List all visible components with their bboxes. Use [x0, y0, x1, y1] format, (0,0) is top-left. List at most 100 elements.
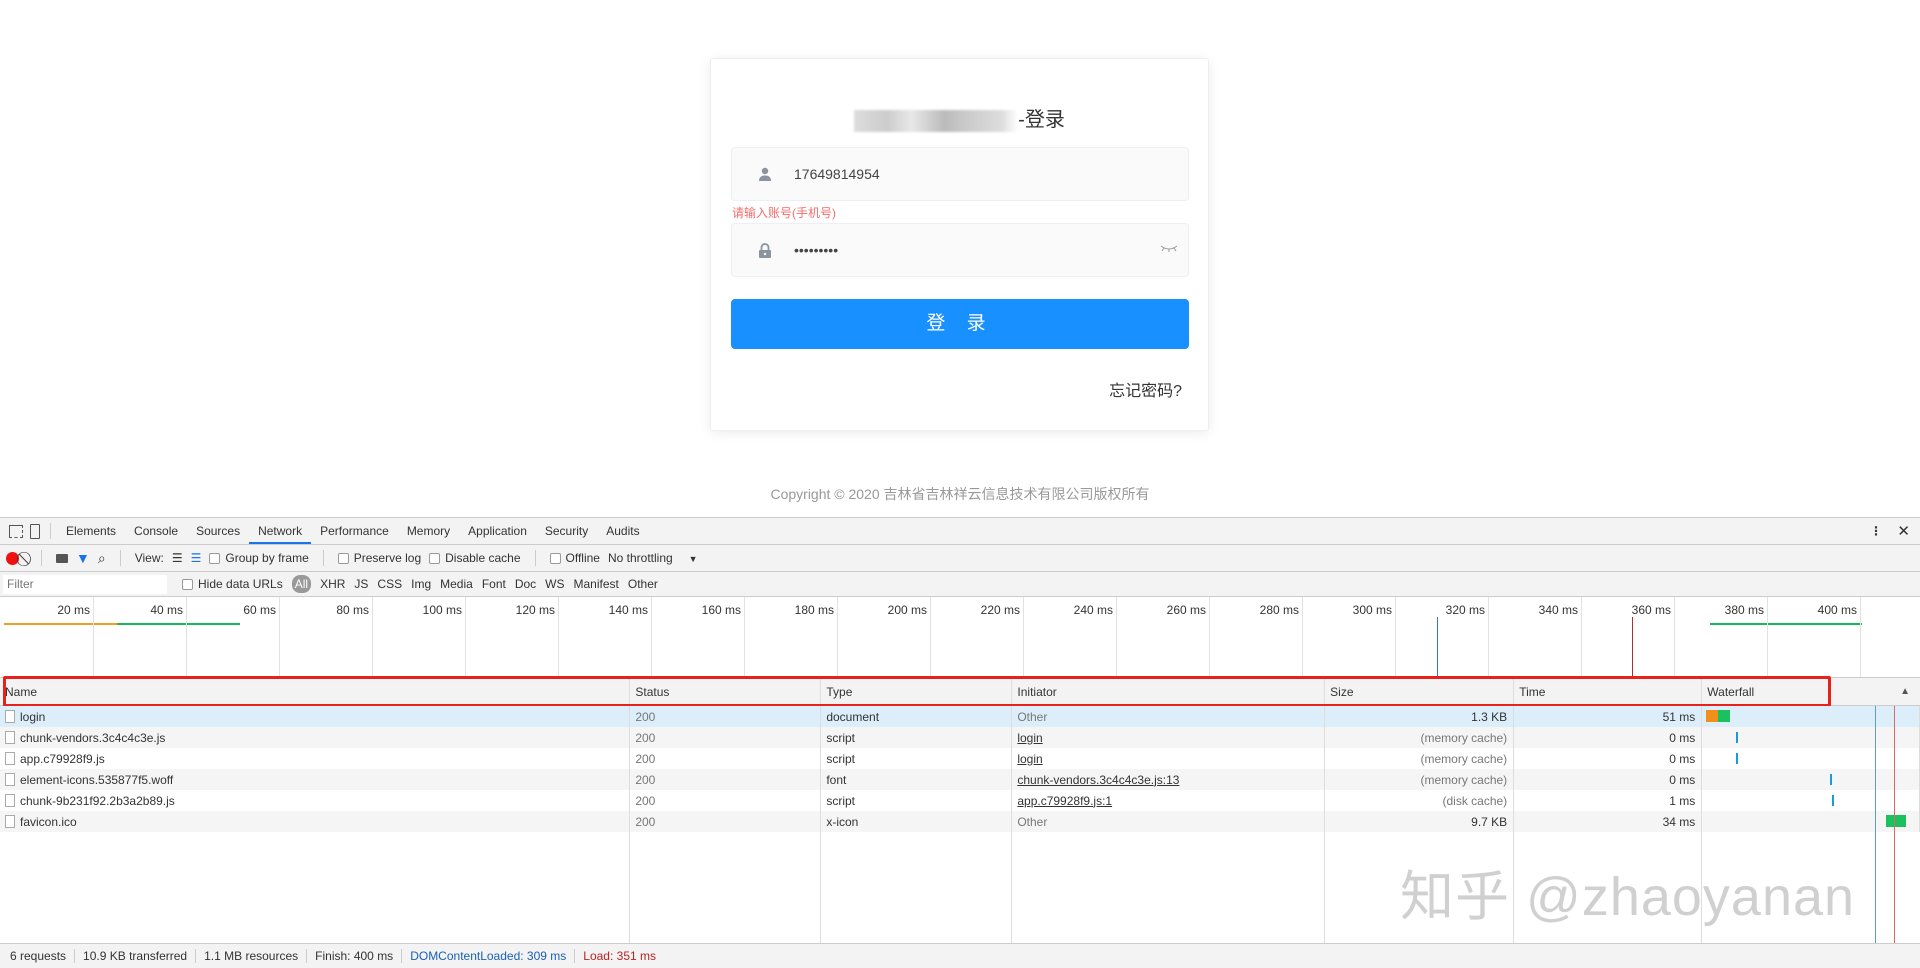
tick-label: 20 ms	[57, 603, 90, 617]
tab-elements[interactable]: Elements	[57, 518, 125, 544]
cell-waterfall	[1702, 706, 1920, 727]
username-error: 请输入账号(手机号)	[732, 204, 836, 221]
sort-ascending-icon[interactable]: ▲	[1900, 686, 1910, 697]
cell-name[interactable]: login	[0, 706, 630, 727]
password-value[interactable]: •••••••••	[794, 242, 1160, 258]
tab-sources[interactable]: Sources	[187, 518, 249, 544]
lock-icon	[748, 243, 782, 258]
tick-label: 60 ms	[243, 603, 276, 617]
tick-label: 40 ms	[150, 603, 183, 617]
tab-console[interactable]: Console	[125, 518, 187, 544]
column-status[interactable]: Status	[630, 678, 821, 705]
network-toolbar: ⃠ ▼ ⌕ View: ☰ ☰ Group by frame Preserve …	[0, 545, 1920, 572]
transferred-size: 10.9 KB transferred	[75, 949, 196, 963]
timeline-tick: 380 ms	[1767, 597, 1768, 678]
waterfall-load-line	[1894, 706, 1895, 944]
filter-type-manifest[interactable]: Manifest	[574, 577, 619, 591]
tab-application[interactable]: Application	[459, 518, 536, 544]
filter-icon[interactable]: ▼	[76, 550, 90, 566]
tick-label: 280 ms	[1260, 603, 1299, 617]
filter-type-img[interactable]: Img	[411, 577, 431, 591]
filter-bar: Hide data URLs All XHR JS CSS Img Media …	[0, 572, 1920, 597]
timeline-tick: 360 ms	[1674, 597, 1675, 678]
tab-audits[interactable]: Audits	[597, 518, 648, 544]
tick-label: 240 ms	[1074, 603, 1113, 617]
resources-size: 1.1 MB resources	[196, 949, 307, 963]
timeline-tick: 20 ms	[93, 597, 94, 678]
column-time[interactable]: Time	[1514, 678, 1702, 705]
login-title: -登录	[711, 103, 1208, 132]
filter-type-media[interactable]: Media	[440, 577, 473, 591]
copyright: Copyright © 2020 吉林省吉林祥云信息技术有限公司版权所有	[0, 484, 1920, 504]
preserve-log-label: Preserve log	[354, 551, 421, 565]
timeline-overview[interactable]: 20 ms40 ms60 ms80 ms100 ms120 ms140 ms16…	[0, 597, 1920, 678]
table-row[interactable]: login 200 document Other 1.3 KB 51 ms	[0, 706, 1920, 727]
capture-screenshots-icon[interactable]	[56, 554, 68, 563]
divider	[323, 550, 324, 566]
throttling-value: No throttling	[608, 551, 673, 565]
preserve-log-checkbox[interactable]: Preserve log	[338, 551, 421, 565]
column-size[interactable]: Size	[1325, 678, 1514, 705]
tick-label: 120 ms	[516, 603, 555, 617]
forgot-password-link[interactable]: 忘记密码?	[1109, 377, 1182, 401]
group-by-frame-checkbox[interactable]: Group by frame	[209, 551, 308, 565]
filter-type-font[interactable]: Font	[482, 577, 506, 591]
hide-data-urls-checkbox[interactable]: Hide data URLs	[182, 577, 283, 591]
record-icon[interactable]	[6, 552, 19, 565]
disable-cache-label: Disable cache	[445, 551, 520, 565]
view-label: View:	[135, 551, 164, 565]
disable-cache-checkbox[interactable]: Disable cache	[429, 551, 520, 565]
column-type[interactable]: Type	[821, 678, 1012, 705]
filter-type-doc[interactable]: Doc	[515, 577, 536, 591]
filter-input[interactable]	[3, 575, 167, 594]
device-toolbar-icon[interactable]	[30, 524, 40, 539]
request-table-header: Name Status Type Initiator Size Time Wat…	[0, 678, 1920, 706]
search-icon[interactable]: ⌕	[98, 550, 106, 567]
login-button[interactable]: 登 录	[731, 299, 1189, 349]
filter-type-xhr[interactable]: XHR	[320, 577, 345, 591]
column-initiator[interactable]: Initiator	[1012, 678, 1325, 705]
password-field[interactable]: •••••••••	[731, 223, 1189, 277]
tick-label: 220 ms	[981, 603, 1020, 617]
cell-type: document	[821, 706, 1012, 727]
username-value[interactable]: 17649814954	[794, 166, 1188, 182]
file-icon	[5, 710, 15, 723]
timeline-tick: 80 ms	[372, 597, 373, 678]
cell-initiator: Other	[1012, 706, 1325, 727]
inspect-element-icon[interactable]	[9, 525, 23, 538]
filter-type-css[interactable]: CSS	[377, 577, 402, 591]
filter-type-all[interactable]: All	[292, 575, 311, 593]
offline-checkbox[interactable]: Offline	[550, 551, 600, 565]
filter-type-js[interactable]: JS	[354, 577, 368, 591]
timeline-tick: 200 ms	[930, 597, 931, 678]
tick-label: 380 ms	[1725, 603, 1764, 617]
eye-closed-icon[interactable]	[1160, 241, 1178, 259]
finish-time: Finish: 400 ms	[307, 949, 402, 963]
timeline-tick: 340 ms	[1581, 597, 1582, 678]
large-rows-icon[interactable]: ☰	[172, 551, 183, 565]
tick-label: 260 ms	[1167, 603, 1206, 617]
filter-type-ws[interactable]: WS	[545, 577, 564, 591]
timeline-tick: 300 ms	[1395, 597, 1396, 678]
cell-status: 200	[630, 706, 821, 727]
tab-network[interactable]: Network	[249, 518, 311, 544]
tick-label: 160 ms	[702, 603, 741, 617]
column-name[interactable]: Name	[0, 678, 630, 705]
column-waterfall[interactable]: Waterfall▲	[1702, 678, 1920, 705]
tick-label: 340 ms	[1539, 603, 1578, 617]
tab-memory[interactable]: Memory	[398, 518, 459, 544]
tick-label: 400 ms	[1818, 603, 1857, 617]
close-devtools-icon[interactable]: ✕	[1897, 522, 1910, 540]
more-options-icon[interactable]: ⋮	[1870, 524, 1882, 538]
username-field[interactable]: 17649814954	[731, 147, 1189, 201]
tab-performance[interactable]: Performance	[311, 518, 398, 544]
login-card: -登录 17649814954 请输入账号(手机号) ••••••••• 登 录…	[710, 58, 1209, 431]
timeline-tick: 320 ms	[1488, 597, 1489, 678]
filter-type-other[interactable]: Other	[628, 577, 658, 591]
timeline-tick: 180 ms	[837, 597, 838, 678]
waterfall-view-icon[interactable]: ☰	[191, 551, 202, 565]
timeline-tick: 120 ms	[558, 597, 559, 678]
tab-security[interactable]: Security	[536, 518, 597, 544]
waterfall-dcl-line	[1875, 706, 1876, 944]
throttling-select[interactable]: No throttling▼	[608, 551, 698, 565]
